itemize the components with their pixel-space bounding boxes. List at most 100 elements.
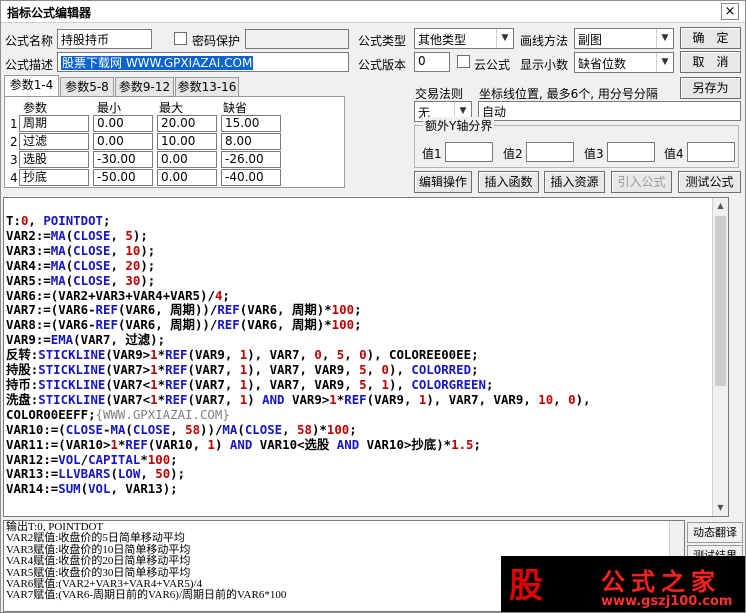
tab-params-5-8[interactable]: 参数5-8 — [60, 77, 114, 97]
password-label: 密码保护 — [192, 34, 241, 48]
formula-type-label: 公式类型 — [358, 34, 407, 48]
param-name-input[interactable]: 过滤 — [19, 133, 89, 150]
formula-version-input[interactable]: 0 — [414, 52, 450, 72]
param-header-min: 最小 — [97, 101, 122, 115]
param-default-input[interactable]: -40.00 — [221, 169, 281, 186]
close-icon[interactable]: × — [721, 3, 739, 20]
coord-label: 坐标线位置, 最多6个, 用分号分隔 — [479, 87, 658, 101]
formula-desc-text: 股票下载网 WWW.GPXIAZAI.COM — [61, 56, 254, 70]
formula-desc-label: 公式描述 — [5, 58, 54, 72]
extra-y-axis-group: 额外Y轴分界 值1 值2 值3 值4 — [414, 117, 739, 168]
extra-y-axis-label: 额外Y轴分界 — [423, 117, 495, 134]
editor-scrollbar[interactable]: ▲ ▼ — [712, 198, 728, 516]
tab-params-1-4[interactable]: 参数1-4 — [4, 75, 59, 97]
insert-resource-button[interactable]: 插入资源 — [544, 171, 605, 193]
code-line: 持股:STICKLINE(VAR7>1*REF(VAR7, 1), VAR7, … — [6, 362, 479, 378]
param-min-input[interactable]: -50.00 — [93, 169, 153, 186]
draw-method-value: 副图 — [578, 33, 603, 47]
scroll-thumb[interactable] — [715, 216, 726, 386]
tab-params-9-12[interactable]: 参数9-12 — [115, 77, 174, 97]
param-max-input[interactable]: 10.00 — [157, 133, 217, 150]
output-line: VAR7赋值:(VAR6-周期日前的VAR6)/周期日前的VAR6*100 — [6, 589, 287, 602]
cloud-formula-checkbox[interactable] — [457, 55, 470, 68]
code-line: VAR13:=LLVBARS(LOW, 50); — [6, 466, 186, 482]
value1-label: 值1 — [422, 147, 442, 161]
param-max-input[interactable]: 0.00 — [157, 169, 217, 186]
formula-type-select[interactable]: 其他类型 ▼ — [414, 28, 514, 49]
scroll-up-icon[interactable]: ▲ — [713, 198, 728, 214]
param-min-input[interactable]: -30.00 — [93, 151, 153, 168]
param-default-input[interactable]: -26.00 — [221, 151, 281, 168]
param-name-input[interactable]: 抄底 — [19, 169, 89, 186]
formula-version-label: 公式版本 — [358, 58, 407, 72]
value1-input[interactable] — [445, 142, 493, 162]
param-name-input[interactable]: 周期 — [19, 115, 89, 132]
param-table: 参数 最小 最大 缺省 1 周期 0.00 20.00 15.00 2 过滤 0… — [4, 96, 345, 188]
formula-name-label: 公式名称 — [5, 34, 54, 48]
output-line: VAR4赋值:收盘价的20日简单移动平均 — [6, 555, 191, 568]
decimal-value: 缺省位数 — [578, 57, 627, 71]
chevron-down-icon: ▼ — [496, 29, 513, 48]
watermark-brand: 公式之家 — [601, 568, 721, 596]
draw-method-select[interactable]: 副图 ▼ — [574, 28, 674, 49]
code-line: VAR11:=(VAR10>1*REF(VAR10, 1) AND VAR10<… — [6, 436, 481, 452]
password-checkbox[interactable] — [174, 32, 187, 45]
param-min-input[interactable]: 0.00 — [93, 115, 153, 132]
param-default-input[interactable]: 15.00 — [221, 115, 281, 132]
save-as-button[interactable]: 另存为 — [680, 77, 741, 99]
code-line: T:0, POINTDOT; — [6, 213, 111, 228]
draw-method-label: 画线方法 — [520, 34, 569, 48]
param-row-index: 1 — [10, 117, 18, 131]
param-row-index: 3 — [10, 153, 18, 167]
test-formula-button[interactable]: 测试公式 — [678, 171, 741, 193]
param-default-input[interactable]: 8.00 — [221, 133, 281, 150]
decimal-label: 显示小数 — [520, 58, 569, 72]
code-line: 反转:STICKLINE(VAR9>1*REF(VAR9, 1), VAR7, … — [6, 347, 479, 363]
code-line: VAR10:=(CLOSE-MA(CLOSE, 58))/MA(CLOSE, 5… — [6, 421, 357, 437]
param-header-max: 最大 — [159, 101, 184, 115]
value2-label: 值2 — [503, 147, 523, 161]
param-header-name: 参数 — [23, 101, 48, 115]
code-text: T:0, POINTDOT; VAR2:=MA(CLOSE, 5); VAR3:=M… — [6, 213, 590, 497]
cloud-formula-label: 云公式 — [474, 58, 511, 72]
title-bar: 指标公式编辑器 × — [1, 1, 745, 23]
formula-type-value: 其他类型 — [418, 33, 467, 47]
scroll-down-icon[interactable]: ▼ — [713, 500, 728, 516]
value3-input[interactable] — [607, 142, 655, 162]
coord-input[interactable]: 自动 — [478, 101, 741, 121]
code-line: VAR4:=MA(CLOSE, 20); — [6, 257, 156, 273]
value4-input[interactable] — [687, 142, 735, 162]
password-input[interactable] — [245, 29, 349, 49]
value2-input[interactable] — [526, 142, 574, 162]
value4-label: 值4 — [664, 147, 684, 161]
value3-label: 值3 — [584, 147, 604, 161]
formula-name-input[interactable]: 持股持币 — [57, 29, 152, 49]
code-line: VAR14:=SUM(VOL, VAR13); — [6, 481, 178, 497]
code-line: VAR8:=(VAR6-REF(VAR6, 周期))/REF(VAR6, 周期)… — [6, 317, 362, 333]
tab-params-13-16[interactable]: 参数13-16 — [175, 77, 239, 97]
decimal-select[interactable]: 缺省位数 ▼ — [574, 52, 674, 73]
code-line: 持币:STICKLINE(VAR7<1*REF(VAR7, 1), VAR7, … — [6, 376, 494, 392]
param-max-input[interactable]: 20.00 — [157, 115, 217, 132]
code-line: VAR2:=MA(CLOSE, 5); — [6, 227, 148, 243]
formula-editor-window: 指标公式编辑器 × 公式名称 持股持币 密码保护 公式类型 其他类型 ▼ 画线方… — [0, 0, 746, 613]
watermark-url: www.gszj100.com — [601, 594, 733, 609]
cancel-button[interactable]: 取 消 — [680, 51, 741, 73]
param-max-input[interactable]: 0.00 — [157, 151, 217, 168]
formula-desc-input[interactable]: 股票下载网 WWW.GPXIAZAI.COM — [57, 52, 349, 72]
code-line: COLOR00EEFF;{WWW.GPXIAZAI.COM} — [6, 406, 230, 422]
trade-rule-label: 交易法则 — [415, 87, 464, 101]
param-min-input[interactable]: 0.00 — [93, 133, 153, 150]
output-text: 输出T:0, POINTDOT VAR2赋值:收盘价的5日简单移动平均 VAR3赋值… — [6, 521, 287, 602]
code-line: VAR3:=MA(CLOSE, 10); — [6, 242, 156, 258]
code-editor[interactable]: T:0, POINTDOT; VAR2:=MA(CLOSE, 5); VAR3:=M… — [3, 197, 729, 517]
dynamic-translate-button[interactable]: 动态翻译 — [687, 522, 743, 543]
insert-function-button[interactable]: 插入函数 — [478, 171, 539, 193]
ok-button[interactable]: 确 定 — [680, 27, 741, 49]
code-line: VAR7:=(VAR6-REF(VAR6, 周期))/REF(VAR6, 周期)… — [6, 302, 362, 318]
param-name-input[interactable]: 选股 — [19, 151, 89, 168]
code-line: VAR12:=VOL/CAPITAL*100; — [6, 451, 178, 467]
code-line: VAR5:=MA(CLOSE, 30); — [6, 272, 156, 288]
edit-ops-button[interactable]: 编辑操作 — [414, 171, 472, 193]
import-formula-button[interactable]: 引入公式 — [611, 171, 672, 193]
